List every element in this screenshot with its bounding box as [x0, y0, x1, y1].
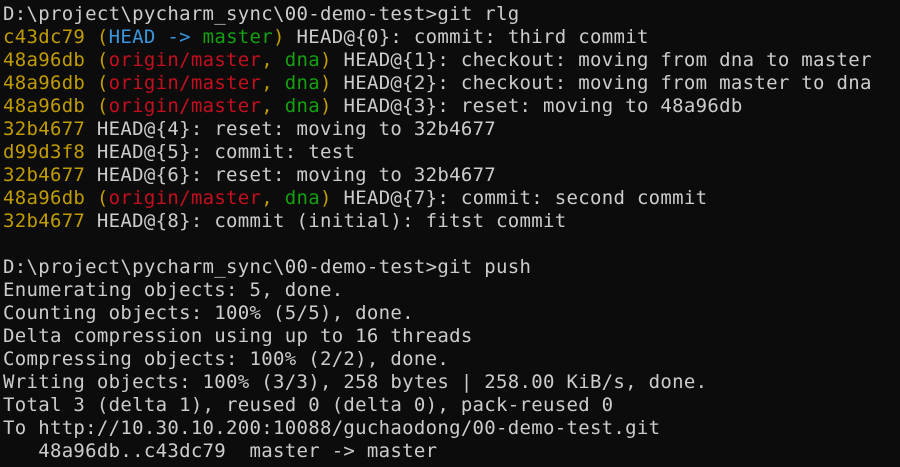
reflog-entry: 32b4677 HEAD@{6}: reset: moving to 32b46… [3, 164, 900, 187]
ref-label: , [261, 187, 285, 209]
ref-label: , [261, 95, 285, 117]
ref-label: dna [284, 49, 320, 71]
commit-hash: 48a96db [3, 187, 86, 209]
reflog-entry: 48a96db (origin/master, dna) HEAD@{3}: r… [3, 95, 900, 118]
push-output-line: Compressing objects: 100% (2/2), done. [3, 348, 450, 370]
ref-label: master [202, 26, 274, 48]
prompt-path: D:\project\pycharm_sync\00-demo-test> [3, 256, 438, 278]
reflog-message: HEAD@{3}: reset: moving to 48a96db [331, 95, 743, 117]
push-output-line: Total 3 (delta 1), reused 0 (delta 0), p… [3, 394, 614, 416]
commit-hash: 32b4677 [3, 210, 86, 232]
prompt-command: git rlg [437, 3, 520, 25]
reflog-message: HEAD@{7}: commit: second commit [331, 187, 708, 209]
prompt-line-2: D:\project\pycharm_sync\00-demo-test>git… [3, 256, 900, 279]
reflog-message: HEAD@{5}: commit: test [85, 141, 356, 163]
ref-label: , [261, 72, 285, 94]
ref-paren-close: ) [319, 72, 332, 94]
ref-paren-close: ) [273, 26, 285, 48]
ref-paren-open: ( [85, 95, 109, 117]
ref-label: dna [284, 72, 320, 94]
prompt-path: D:\project\pycharm_sync\00-demo-test> [3, 3, 438, 25]
commit-hash: 48a96db [3, 49, 86, 71]
ref-label: , [261, 49, 285, 71]
ref-paren-close: ) [319, 49, 332, 71]
reflog-entry: 48a96db (origin/master, dna) HEAD@{7}: c… [3, 187, 900, 210]
push-output-line: To http://10.30.10.200:10088/guchaodong/… [3, 417, 661, 439]
reflog-message: HEAD@{2}: checkout: moving from master t… [331, 72, 872, 94]
ref-paren-open: ( [85, 187, 109, 209]
ref-label: origin/master [108, 187, 262, 209]
commit-hash: 32b4677 [3, 118, 86, 140]
reflog-entry: 48a96db (origin/master, dna) HEAD@{1}: c… [3, 49, 900, 72]
ref-paren-open: ( [85, 26, 109, 48]
push-output-line: 48a96db..c43dc79 master -> master [3, 440, 438, 462]
ref-label: origin/master [108, 72, 262, 94]
push-output-line: Delta compression using up to 16 threads [3, 325, 473, 347]
commit-hash: c43dc79 [3, 26, 86, 48]
ref-label: dna [284, 187, 320, 209]
reflog-output: c43dc79 (HEAD -> master) HEAD@{0}: commi… [3, 26, 900, 233]
push-output-line: Enumerating objects: 5, done. [3, 279, 344, 301]
ref-label: dna [284, 95, 320, 117]
ref-paren-close: ) [319, 95, 332, 117]
reflog-message: HEAD@{0}: commit: third commit [284, 26, 649, 48]
commit-hash: d99d3f8 [3, 141, 86, 163]
ref-label: origin/master [108, 49, 262, 71]
commit-hash: 48a96db [3, 95, 86, 117]
push-output-line: Writing objects: 100% (3/3), 258 bytes |… [3, 371, 708, 393]
prompt-line-1: D:\project\pycharm_sync\00-demo-test>git… [3, 3, 900, 26]
reflog-entry: 48a96db (origin/master, dna) HEAD@{2}: c… [3, 72, 900, 95]
commit-hash: 48a96db [3, 72, 86, 94]
reflog-message: HEAD@{4}: reset: moving to 32b4677 [85, 118, 497, 140]
ref-paren-open: ( [85, 72, 109, 94]
reflog-message: HEAD@{6}: reset: moving to 32b4677 [85, 164, 497, 186]
push-output: Enumerating objects: 5, done. Counting ob… [3, 279, 900, 463]
terminal-window[interactable]: D:\project\pycharm_sync\00-demo-test>git… [0, 0, 900, 467]
reflog-entry: 32b4677 HEAD@{8}: commit (initial): fits… [3, 210, 900, 233]
push-output-line: Counting objects: 100% (5/5), done. [3, 302, 414, 324]
reflog-entry: d99d3f8 HEAD@{5}: commit: test [3, 141, 900, 164]
reflog-entry: 32b4677 HEAD@{4}: reset: moving to 32b46… [3, 118, 900, 141]
ref-label: HEAD -> [108, 26, 203, 48]
reflog-message: HEAD@{1}: checkout: moving from dna to m… [331, 49, 872, 71]
reflog-message: HEAD@{8}: commit (initial): fitst commit [85, 210, 567, 232]
ref-label: origin/master [108, 95, 262, 117]
commit-hash: 32b4677 [3, 164, 86, 186]
reflog-entry: c43dc79 (HEAD -> master) HEAD@{0}: commi… [3, 26, 900, 49]
ref-paren-close: ) [319, 187, 332, 209]
prompt-command: git push [437, 256, 532, 278]
ref-paren-open: ( [85, 49, 109, 71]
